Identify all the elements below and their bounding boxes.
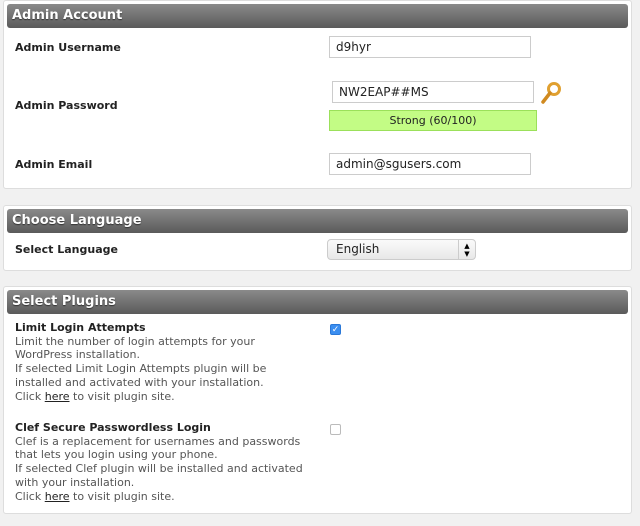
plugin-site-link[interactable]: here bbox=[45, 390, 70, 403]
visit-text: to visit plugin site. bbox=[73, 489, 175, 503]
language-panel: Choose Language Select Language English … bbox=[3, 205, 632, 271]
plugin-desc: Limit the number of login attempts for y… bbox=[15, 334, 255, 348]
plugin-item: Limit Login Attempts Limit the number of… bbox=[15, 321, 315, 403]
plugin-desc: If selected Limit Login Attempts plugin … bbox=[15, 362, 267, 376]
select-arrows-icon: ▲ ▼ bbox=[458, 240, 475, 259]
plugins-panel: Select Plugins Limit Login Attempts Limi… bbox=[3, 286, 632, 514]
language-label: Select Language bbox=[15, 243, 118, 256]
email-input[interactable] bbox=[329, 153, 531, 175]
clef-checkbox[interactable] bbox=[330, 424, 341, 435]
plugin-desc: installed and activated with your instal… bbox=[15, 375, 264, 389]
username-input[interactable] bbox=[329, 36, 531, 58]
username-label: Admin Username bbox=[15, 41, 121, 54]
plugin-site-link[interactable]: here bbox=[45, 490, 70, 503]
section-header: Select Plugins bbox=[7, 290, 628, 314]
language-select[interactable]: English ▲ ▼ bbox=[327, 239, 476, 260]
admin-account-panel: Admin Account Admin Username Admin Passw… bbox=[3, 0, 632, 189]
email-label: Admin Email bbox=[15, 158, 93, 171]
plugin-desc: Clef is a replacement for usernames and … bbox=[15, 434, 301, 448]
key-icon[interactable] bbox=[540, 81, 562, 105]
plugin-desc: WordPress installation. bbox=[15, 348, 140, 362]
section-header: Choose Language bbox=[7, 209, 628, 233]
plugin-name: Clef Secure Passwordless Login bbox=[15, 421, 211, 434]
plugin-desc: with your installation. bbox=[15, 475, 135, 489]
language-selected: English bbox=[336, 242, 380, 256]
section-header: Admin Account bbox=[7, 4, 628, 28]
click-text: Click bbox=[15, 389, 42, 403]
plugin-desc: If selected Clef plugin will be installe… bbox=[15, 462, 303, 476]
visit-text: to visit plugin site. bbox=[73, 389, 175, 403]
click-text: Click bbox=[15, 489, 42, 503]
password-input[interactable] bbox=[332, 81, 534, 103]
password-strength-meter: Strong (60/100) bbox=[329, 110, 537, 131]
limit-login-checkbox[interactable]: ✓ bbox=[330, 324, 341, 335]
password-label: Admin Password bbox=[15, 99, 118, 112]
plugin-desc: that lets you login using your phone. bbox=[15, 448, 218, 462]
plugin-name: Limit Login Attempts bbox=[15, 321, 146, 334]
plugin-item: Clef Secure Passwordless Login Clef is a… bbox=[15, 421, 315, 503]
